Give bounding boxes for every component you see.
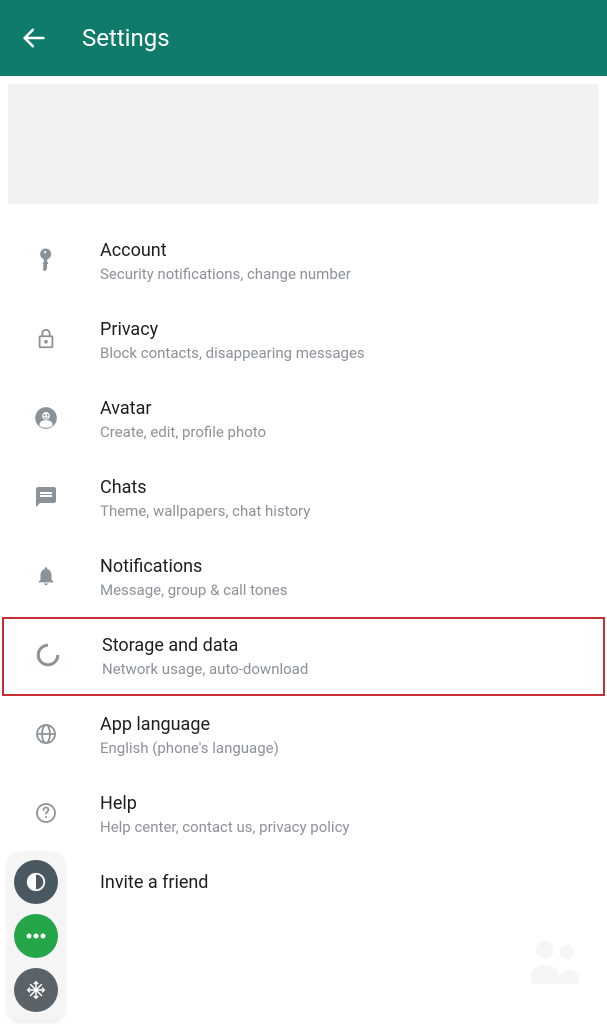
item-subtitle: Block contacts, disappearing messages: [100, 344, 587, 362]
settings-item-privacy[interactable]: Privacy Block contacts, disappearing mes…: [0, 301, 607, 380]
help-icon: [28, 795, 64, 831]
more-fab[interactable]: [14, 914, 58, 958]
settings-item-notifications[interactable]: Notifications Message, group & call tone…: [0, 538, 607, 617]
item-title: Invite a friend: [100, 872, 587, 893]
item-title: Privacy: [100, 319, 587, 340]
key-icon: [28, 242, 64, 278]
item-subtitle: English (phone's language): [100, 739, 587, 757]
item-subtitle: Create, edit, profile photo: [100, 423, 587, 441]
item-text: App language English (phone's language): [100, 714, 587, 757]
move-fab[interactable]: [14, 968, 58, 1012]
settings-list: Account Security notifications, change n…: [0, 212, 607, 928]
item-text: Chats Theme, wallpapers, chat history: [100, 477, 587, 520]
item-title: Account: [100, 240, 587, 261]
item-subtitle: Theme, wallpapers, chat history: [100, 502, 587, 520]
item-text: Storage and data Network usage, auto-dow…: [102, 635, 585, 678]
storage-icon: [30, 637, 66, 673]
item-subtitle: Message, group & call tones: [100, 581, 587, 599]
settings-item-help[interactable]: Help Help center, contact us, privacy po…: [0, 775, 607, 854]
item-text: Privacy Block contacts, disappearing mes…: [100, 319, 587, 362]
back-button[interactable]: [20, 24, 48, 52]
settings-item-avatar[interactable]: Avatar Create, edit, profile photo: [0, 380, 607, 459]
settings-item-storage[interactable]: Storage and data Network usage, auto-dow…: [2, 617, 605, 696]
item-title: Help: [100, 793, 587, 814]
item-title: Avatar: [100, 398, 587, 419]
chat-icon: [28, 479, 64, 515]
settings-item-account[interactable]: Account Security notifications, change n…: [0, 222, 607, 301]
item-title: Storage and data: [102, 635, 585, 656]
profile-banner[interactable]: [8, 84, 599, 204]
item-subtitle: Network usage, auto-download: [102, 660, 585, 678]
page-title: Settings: [82, 24, 170, 52]
globe-icon: [28, 716, 64, 752]
fab-container: [8, 852, 64, 1020]
lock-icon: [28, 321, 64, 357]
item-subtitle: Security notifications, change number: [100, 265, 587, 283]
item-title: App language: [100, 714, 587, 735]
item-text: Invite a friend: [100, 872, 587, 897]
item-subtitle: Help center, contact us, privacy policy: [100, 818, 587, 836]
avatar-icon: [28, 400, 64, 436]
notification-icon: [28, 558, 64, 594]
contrast-fab[interactable]: [14, 860, 58, 904]
settings-item-language[interactable]: App language English (phone's language): [0, 696, 607, 775]
item-text: Avatar Create, edit, profile photo: [100, 398, 587, 441]
app-header: Settings: [0, 0, 607, 76]
settings-item-chats[interactable]: Chats Theme, wallpapers, chat history: [0, 459, 607, 538]
people-watermark-icon: [527, 936, 587, 984]
item-title: Chats: [100, 477, 587, 498]
item-text: Notifications Message, group & call tone…: [100, 556, 587, 599]
item-text: Account Security notifications, change n…: [100, 240, 587, 283]
item-title: Notifications: [100, 556, 587, 577]
item-text: Help Help center, contact us, privacy po…: [100, 793, 587, 836]
settings-item-invite[interactable]: Invite a friend: [0, 854, 607, 928]
